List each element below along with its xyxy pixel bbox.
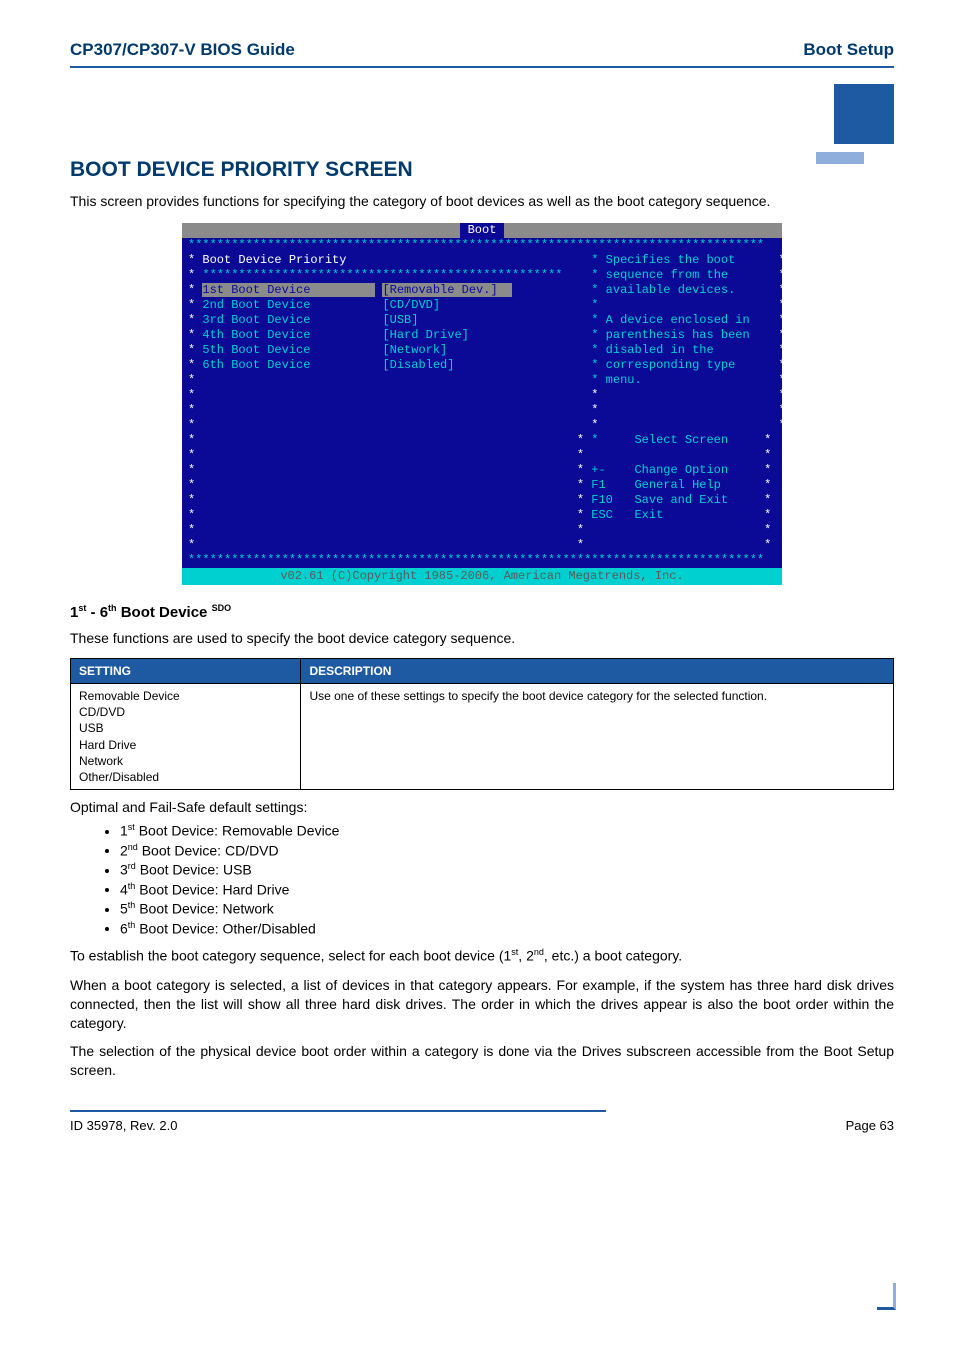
paragraph-category: When a boot category is selected, a list… — [70, 976, 894, 1033]
defaults-list: 1st Boot Device: Removable Device2nd Boo… — [70, 821, 894, 938]
bios-screenshot: Boot ***********************************… — [182, 223, 782, 585]
section-title: BOOT DEVICE PRIORITY SCREEN — [70, 158, 894, 182]
list-item: 3rd Boot Device: USB — [120, 860, 894, 880]
sdo-marker: SDO — [212, 603, 232, 613]
list-item: 5th Boot Device: Network — [120, 899, 894, 919]
header-right: Boot Setup — [803, 40, 894, 60]
page-footer: ID 35978, Rev. 2.0 Page 63 — [70, 1118, 894, 1133]
list-item: 1st Boot Device: Removable Device — [120, 821, 894, 841]
sub-desc: These functions are used to specify the … — [70, 629, 894, 648]
brand-logo — [814, 84, 894, 164]
section-intro: This screen provides functions for speci… — [70, 192, 894, 211]
table-row: Removable Device CD/DVD USB Hard Drive N… — [71, 683, 894, 789]
footer-right: Page 63 — [846, 1118, 894, 1133]
list-item: 6th Boot Device: Other/Disabled — [120, 919, 894, 939]
paragraph-drives: The selection of the physical device boo… — [70, 1042, 894, 1080]
bios-tab-boot[interactable]: Boot — [460, 223, 505, 238]
paragraph-establish: To establish the boot category sequence,… — [70, 946, 894, 966]
header-left: CP307/CP307-V BIOS Guide — [70, 40, 295, 60]
cell-settings: Removable Device CD/DVD USB Hard Drive N… — [71, 683, 301, 789]
bios-body: ****************************************… — [182, 238, 782, 568]
defaults-intro: Optimal and Fail-Safe default settings: — [70, 798, 894, 817]
list-item: 4th Boot Device: Hard Drive — [120, 880, 894, 900]
bios-menu-bar: Boot — [182, 223, 782, 238]
col-description: DESCRIPTION — [301, 658, 894, 683]
footer-rule — [70, 1110, 606, 1112]
header-rule — [70, 66, 894, 68]
cell-description: Use one of these settings to specify the… — [301, 683, 894, 789]
col-setting: SETTING — [71, 658, 301, 683]
page-header: CP307/CP307-V BIOS Guide Boot Setup — [70, 40, 894, 60]
subheading: 1st - 6th Boot Device SDO — [70, 603, 894, 621]
bios-footer: v02.61 (C)Copyright 1985-2006, American … — [182, 568, 782, 585]
list-item: 2nd Boot Device: CD/DVD — [120, 841, 894, 861]
footer-decoration — [877, 1283, 896, 1310]
footer-left: ID 35978, Rev. 2.0 — [70, 1118, 177, 1133]
settings-table: SETTING DESCRIPTION Removable Device CD/… — [70, 658, 894, 790]
